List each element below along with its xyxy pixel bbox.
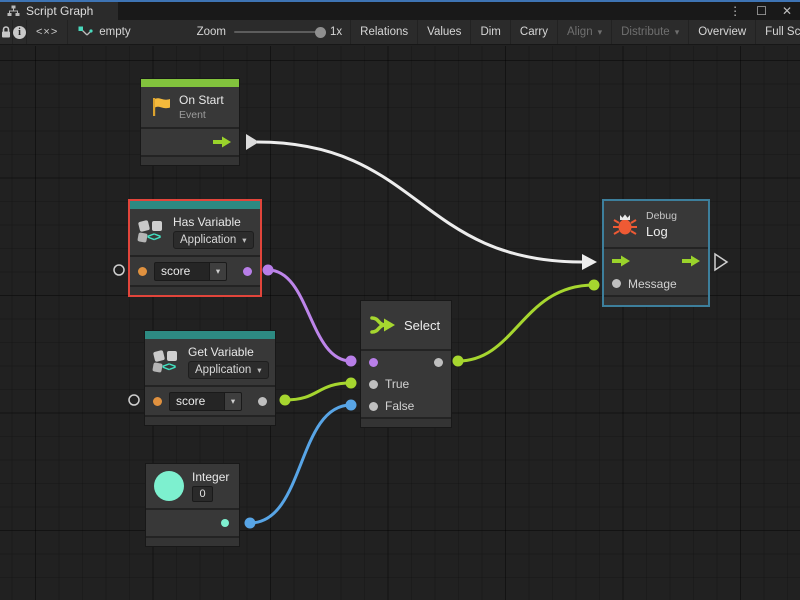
integer-output-port[interactable] [221, 519, 229, 527]
info-icon: i [13, 26, 26, 39]
variable-name-dropdown[interactable]: ▾ [225, 392, 242, 411]
selection-status: empty [99, 26, 130, 38]
maximize-icon[interactable]: ☐ [756, 5, 767, 17]
flag-icon [149, 96, 171, 118]
node-has-variable[interactable]: <> Has Variable Application ▾ score ▾ [128, 199, 262, 297]
info-button[interactable]: i [13, 20, 27, 44]
integer-value-field[interactable]: 0 [192, 486, 213, 502]
graph-icon [7, 5, 20, 17]
node-title: Select [404, 318, 440, 333]
node-footer [130, 285, 260, 295]
node-subtitle: Event [179, 109, 224, 121]
relations-button[interactable]: Relations [351, 20, 418, 44]
script-graph-window: Script Graph ⋮ ☐ ✕ i <×> empty [0, 0, 800, 600]
full-screen-button[interactable]: Full Screen [756, 20, 800, 44]
selection-icon [78, 26, 93, 39]
overview-button[interactable]: Overview [689, 20, 756, 44]
node-title: On Start [179, 93, 224, 107]
integer-type-icon [154, 471, 184, 501]
window-controls: ⋮ ☐ ✕ [729, 2, 800, 20]
false-port-label: False [385, 399, 414, 413]
tab-strip: Script Graph ⋮ ☐ ✕ [0, 2, 800, 20]
node-on-start[interactable]: On Start Event [140, 78, 240, 166]
value-output-port[interactable] [258, 397, 267, 406]
condition-input-port[interactable] [369, 358, 378, 367]
kebab-menu-icon[interactable]: ⋮ [729, 5, 741, 17]
code-icon: <> [147, 229, 160, 244]
node-title: Log [646, 224, 677, 239]
flow-input-port[interactable] [612, 255, 630, 267]
variable-name-dropdown[interactable]: ▾ [210, 262, 227, 281]
message-input-port[interactable] [612, 279, 621, 288]
code-view-button[interactable]: <×> [27, 20, 68, 44]
flow-output-port[interactable] [682, 255, 700, 267]
true-port-label: True [385, 377, 409, 391]
variable-color-bar [130, 201, 260, 209]
zoom-slider-handle[interactable] [315, 27, 326, 38]
false-input-port[interactable] [369, 402, 378, 411]
chevron-down-icon: ▾ [216, 266, 220, 277]
variable-scope-dropdown[interactable]: Application ▾ [173, 231, 254, 249]
values-button[interactable]: Values [418, 20, 471, 44]
zoom-control: Zoom 1x [141, 20, 352, 44]
node-get-variable[interactable]: <> Get Variable Application ▾ score ▾ [144, 330, 276, 426]
node-kind: Debug [646, 210, 677, 222]
variable-scope-dropdown[interactable]: Application ▾ [188, 361, 269, 379]
node-footer [145, 415, 275, 425]
dim-button[interactable]: Dim [471, 20, 510, 44]
node-footer [141, 155, 239, 165]
code-icon: <> [162, 359, 175, 374]
node-title: Get Variable [188, 345, 269, 359]
node-title: Has Variable [173, 215, 254, 229]
selection-indicator: empty [68, 20, 140, 44]
tab-title: Script Graph [26, 4, 93, 18]
zoom-value: 1x [330, 26, 342, 38]
chevron-down-icon: ▾ [598, 27, 603, 38]
zoom-label: Zoom [197, 26, 226, 38]
variable-name-field[interactable]: score [169, 392, 225, 411]
variable-name-input-port[interactable] [153, 397, 162, 406]
lock-button[interactable] [0, 20, 13, 44]
flow-output-port[interactable] [213, 136, 231, 148]
align-button[interactable]: Align ▾ [558, 20, 612, 44]
variable-name-input-port[interactable] [138, 267, 147, 276]
carry-button[interactable]: Carry [511, 20, 558, 44]
lock-icon [0, 25, 12, 39]
chevron-down-icon: ▾ [242, 235, 246, 246]
event-color-bar [141, 79, 239, 87]
message-port-label: Message [628, 277, 677, 291]
variable-name-field[interactable]: score [154, 262, 210, 281]
bool-output-port[interactable] [243, 267, 252, 276]
chevron-down-icon: ▾ [257, 365, 261, 376]
distribute-button[interactable]: Distribute ▾ [612, 20, 689, 44]
node-integer[interactable]: Integer 0 [145, 463, 240, 547]
close-icon[interactable]: ✕ [782, 5, 792, 17]
node-select[interactable]: Select True False [360, 300, 452, 428]
chevron-down-icon: ▾ [231, 396, 235, 407]
selection-output-port[interactable] [434, 358, 443, 367]
zoom-slider[interactable] [234, 31, 322, 33]
variable-icon: <> [138, 219, 165, 245]
tab-script-graph[interactable]: Script Graph [0, 2, 118, 20]
variable-color-bar [145, 331, 275, 339]
select-icon [369, 314, 396, 336]
true-input-port[interactable] [369, 380, 378, 389]
node-footer [361, 417, 451, 427]
node-debug-log[interactable]: Debug Log Message [602, 199, 710, 307]
graph-toolbar: i <×> empty Zoom 1x Relations Values Dim… [0, 20, 800, 45]
node-footer [604, 295, 708, 305]
code-view-icon: <×> [36, 26, 58, 38]
node-footer [146, 536, 239, 546]
chevron-down-icon: ▾ [675, 27, 680, 38]
node-title: Integer [192, 470, 229, 484]
variable-icon: <> [153, 349, 180, 375]
bug-icon [612, 211, 638, 237]
